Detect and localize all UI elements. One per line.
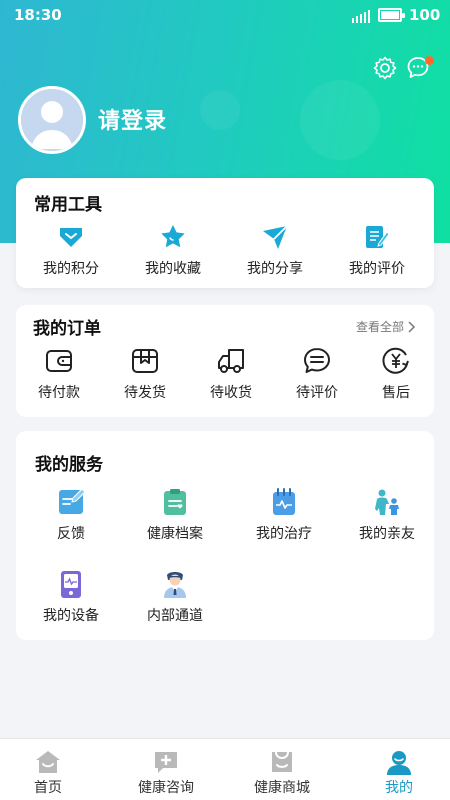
tool-label: 我的分享 [247, 261, 303, 277]
tab-health-shop[interactable]: 健康商城 [226, 739, 338, 800]
service-item-health-records[interactable]: 健康档案 [123, 487, 227, 543]
tab-label: 健康商城 [254, 780, 310, 796]
family-icon [375, 489, 399, 515]
device-icon [61, 571, 81, 598]
battery-level: 100 [409, 6, 441, 24]
order-label: 待发货 [124, 385, 166, 401]
service-label: 我的治疗 [256, 526, 312, 542]
status-bar: 18:30 100 [0, 0, 450, 32]
order-label: 待收货 [210, 385, 252, 401]
feedback-icon [59, 488, 86, 514]
tool-item-reviews[interactable]: 我的评价 [325, 222, 429, 278]
status-time: 18:30 [14, 6, 62, 24]
comment-icon [304, 348, 330, 373]
service-item-feedback[interactable]: 反馈 [19, 487, 123, 543]
health-record-icon [164, 489, 186, 515]
profile-icon [387, 751, 411, 775]
treatment-icon [273, 488, 295, 515]
tool-item-favorites[interactable]: 我的收藏 [121, 222, 225, 278]
order-item-pending-payment[interactable]: 待付款 [9, 346, 109, 402]
share-plane-icon [263, 225, 288, 249]
tab-label: 首页 [34, 780, 62, 796]
decorative-circle [200, 90, 240, 130]
wallet-icon [46, 350, 72, 372]
home-icon [36, 751, 60, 773]
section-title: 我的服务 [35, 455, 103, 475]
tool-label: 我的收藏 [145, 261, 201, 277]
tool-label: 我的积分 [43, 261, 99, 277]
service-label: 内部通道 [147, 608, 203, 624]
section-title: 常用工具 [34, 195, 102, 215]
tab-health-consult[interactable]: 健康咨询 [110, 739, 222, 800]
service-label: 反馈 [57, 526, 85, 542]
order-item-pending-receipt[interactable]: 待收货 [181, 346, 281, 402]
service-label: 我的设备 [43, 608, 99, 624]
view-all-label: 查看全部 [355, 320, 404, 334]
service-item-family[interactable]: 我的亲友 [335, 487, 439, 543]
star-icon [161, 225, 185, 248]
tab-profile[interactable]: 我的 [343, 739, 450, 800]
service-label: 我的亲友 [359, 526, 415, 542]
section-title: 我的订单 [33, 319, 101, 339]
view-all-orders-link[interactable]: 查看全部 [356, 318, 416, 335]
signal-icon [352, 9, 370, 23]
chevron-right-icon [408, 320, 416, 333]
service-label: 健康档案 [147, 526, 203, 542]
avatar[interactable] [18, 86, 86, 154]
settings-gear-icon[interactable] [372, 55, 398, 81]
order-item-pending-shipment[interactable]: 待发货 [95, 346, 195, 402]
refund-yen-icon [382, 347, 409, 374]
decorative-circle [300, 80, 380, 160]
notification-dot [425, 56, 434, 65]
tool-item-points[interactable]: 我的积分 [19, 222, 123, 278]
tool-label: 我的评价 [349, 261, 405, 277]
order-item-after-sales[interactable]: 售后 [346, 346, 446, 402]
truck-icon [218, 349, 244, 373]
message-icon[interactable] [405, 55, 434, 81]
tab-home[interactable]: 首页 [0, 739, 104, 800]
staff-icon [164, 572, 186, 598]
review-edit-icon [366, 226, 390, 248]
login-link[interactable]: 请登录 [98, 103, 167, 135]
my-orders-card: 我的订单 查看全部 待付款 待发货 待收货 待评价 售后 [16, 305, 434, 417]
order-label: 售后 [382, 385, 410, 401]
my-services-card: 我的服务 反馈 健康档案 我的治疗 我的亲友 我的设备 内部通道 [16, 431, 434, 640]
service-item-treatment[interactable]: 我的治疗 [232, 487, 336, 543]
user-silhouette-icon [21, 89, 83, 151]
points-icon [60, 228, 82, 247]
service-item-internal-channel[interactable]: 内部通道 [123, 569, 227, 625]
tab-label: 健康咨询 [138, 780, 194, 796]
common-tools-card: 常用工具 我的积分 我的收藏 我的分享 我的评价 [16, 178, 434, 288]
shop-icon [272, 751, 292, 772]
battery-icon [378, 8, 405, 22]
consult-icon [155, 752, 177, 773]
service-item-devices[interactable]: 我的设备 [19, 569, 123, 625]
tab-label: 我的 [385, 780, 413, 796]
package-icon [132, 349, 158, 373]
bottom-tab-bar: 首页 健康咨询 健康商城 我的 [0, 738, 450, 800]
tool-item-share[interactable]: 我的分享 [223, 222, 327, 278]
order-label: 待付款 [38, 385, 80, 401]
